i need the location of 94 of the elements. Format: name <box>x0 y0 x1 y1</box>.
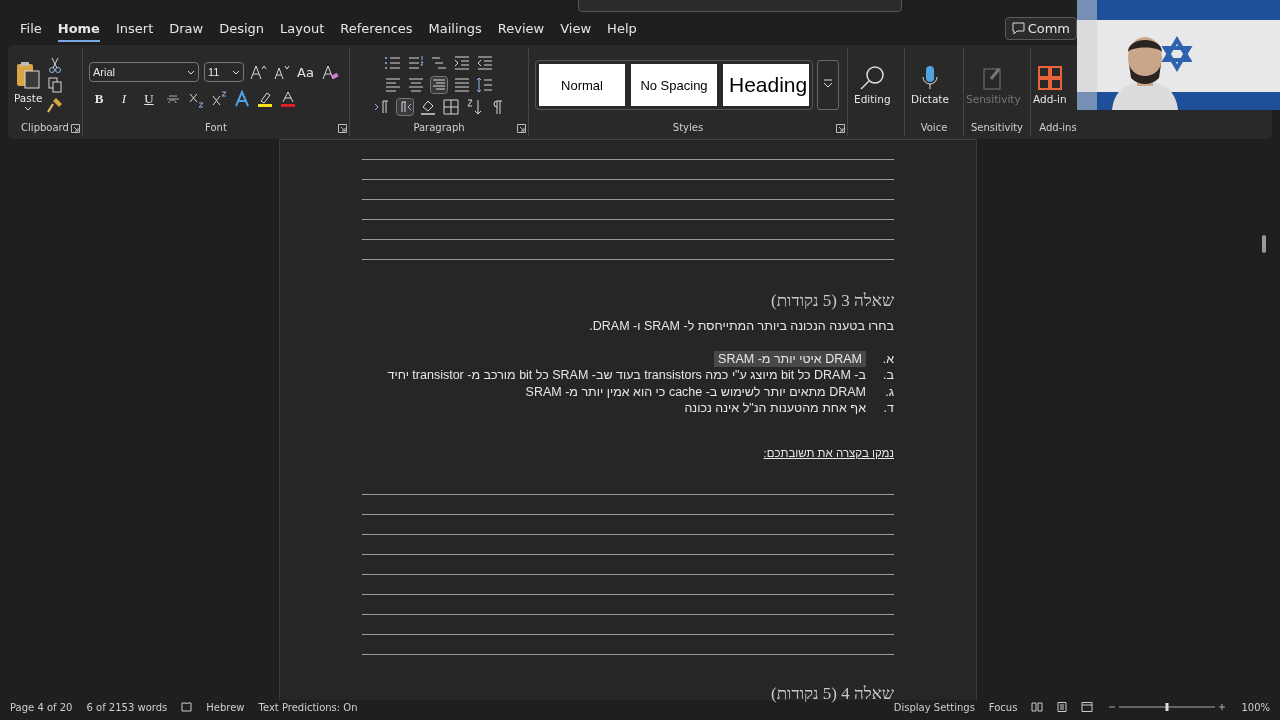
web-layout-icon[interactable] <box>1081 702 1094 712</box>
clipboard-icon <box>14 59 43 90</box>
menu-tab[interactable]: Home <box>49 15 108 42</box>
indent-icon[interactable] <box>453 54 471 72</box>
menu-tab[interactable]: Mailings <box>420 15 490 42</box>
menu-tab[interactable]: Review <box>489 15 553 42</box>
menu-tab[interactable]: Layout <box>272 15 333 42</box>
read-mode-icon[interactable] <box>1031 702 1044 712</box>
outdent-icon[interactable] <box>476 54 494 72</box>
print-layout-icon[interactable] <box>1057 702 1068 712</box>
font-color-icon[interactable] <box>279 90 297 108</box>
style-option[interactable]: Normal <box>539 64 625 106</box>
language-indicator[interactable]: Hebrew <box>206 701 245 713</box>
microphone-icon <box>919 65 940 91</box>
menu-tab[interactable]: Help <box>599 15 645 42</box>
option-letter: ד. <box>882 399 894 417</box>
format-button[interactable]: B <box>89 91 109 107</box>
dialog-launcher-icon[interactable] <box>71 124 80 133</box>
answer-option: DRAM מתאים יותר לשימוש ב- cache כי הוא אמין יותר מ- SRAM <box>525 383 866 400</box>
comment-icon <box>1011 22 1025 35</box>
gallery-more-icon[interactable] <box>817 60 839 110</box>
group-label: Sensitivity <box>969 122 1025 135</box>
page-count[interactable]: Page 4 of 20 <box>10 701 73 713</box>
caret-icon <box>187 69 195 75</box>
superscript-icon[interactable] <box>210 90 228 108</box>
option-letter: ג. <box>884 383 894 400</box>
change-case-button[interactable]: Aa <box>295 64 316 80</box>
align-left-icon[interactable] <box>384 76 402 94</box>
grow-font-icon[interactable] <box>249 63 267 81</box>
format-button[interactable]: U <box>139 91 159 107</box>
add-ins-button[interactable]: Add-in <box>1033 63 1067 107</box>
group-label: Add-ins <box>1038 122 1078 135</box>
question-heading: שאלה 3 (5 נקודות) <box>770 290 894 312</box>
style-option[interactable]: Heading <box>723 64 809 106</box>
multilevel-list-icon[interactable] <box>430 54 448 72</box>
paintbrush-icon[interactable] <box>46 96 65 114</box>
borders-icon[interactable] <box>441 98 460 116</box>
caret-icon <box>24 105 33 111</box>
bullets-icon[interactable] <box>384 54 402 72</box>
sort-icon[interactable] <box>464 98 483 116</box>
grid-icon <box>1036 65 1063 91</box>
scrollbar-thumb[interactable] <box>1262 235 1266 253</box>
highlighter-icon[interactable] <box>256 90 274 108</box>
book-icon[interactable] <box>181 702 193 712</box>
menu-tab[interactable]: Draw <box>161 15 212 42</box>
font-size-field[interactable]: 11 <box>204 62 244 82</box>
ltr-icon[interactable] <box>372 98 391 116</box>
focus-button[interactable]: Focus <box>988 701 1018 713</box>
caret-icon <box>232 69 240 75</box>
menu-tab[interactable]: References <box>332 15 421 42</box>
justify-icon[interactable] <box>453 76 471 94</box>
option-letter: ב. <box>882 367 894 384</box>
clear-formatting-icon[interactable] <box>320 63 339 81</box>
comments-button[interactable]: Comm <box>1004 17 1077 40</box>
editing-button[interactable]: Editing <box>854 63 891 107</box>
answer-option: DRAM איטי יותר מ- SRAM <box>714 351 866 368</box>
display-settings-button[interactable]: Display Settings <box>893 701 975 713</box>
instruction-text: נמקו בקצרה את תשובתכם: <box>762 446 894 461</box>
copy-icon[interactable] <box>46 76 65 94</box>
format-button[interactable]: I <box>114 91 134 107</box>
slider-thumb[interactable] <box>1165 703 1169 711</box>
question-heading: שאלה 4 (5 נקודות) <box>770 683 894 706</box>
dialog-launcher-icon[interactable] <box>338 124 347 133</box>
align-center-icon[interactable] <box>407 76 425 94</box>
menu-tab[interactable]: View <box>552 15 600 42</box>
text-effects-icon[interactable] <box>233 90 251 108</box>
paste-button[interactable]: Paste <box>14 57 43 113</box>
group-label: Font <box>89 122 343 136</box>
menu-tab[interactable]: File <box>12 15 50 42</box>
group-label: Clipboard <box>14 122 76 136</box>
zoom-slider[interactable] <box>1107 702 1228 712</box>
font-family-field[interactable]: Arial <box>89 62 199 82</box>
dialog-launcher-icon[interactable] <box>836 124 845 133</box>
dialog-launcher-icon[interactable] <box>517 124 526 133</box>
zoom-level[interactable]: 100% <box>1241 701 1270 713</box>
group-label: Paragraph <box>356 122 522 136</box>
menu-tab[interactable]: Design <box>211 15 273 42</box>
answer-option: אף אחת מהטענות הנ"ל אינה נכונה <box>684 399 866 417</box>
style-option[interactable]: No Spacing <box>631 64 717 106</box>
word-count[interactable]: 6 of 2153 words <box>86 701 168 713</box>
group-label: Voice <box>919 122 949 135</box>
numbering-icon[interactable] <box>407 54 425 72</box>
text-predictions-status[interactable]: Text Predictions: On <box>258 701 358 713</box>
rtl-icon[interactable] <box>395 98 414 116</box>
option-letter: א. <box>881 351 894 368</box>
answer-option: ב- DRAM כל bit מיוצג ע"י כמה transistors בעוד שב- SRAM כל bit מורכב מ- transistor יחיד <box>387 367 866 384</box>
line-spacing-icon[interactable] <box>476 76 494 94</box>
group-label: Styles <box>535 122 841 136</box>
dictate-button[interactable]: Dictate <box>911 63 949 107</box>
shrink-font-icon[interactable] <box>272 63 290 81</box>
menu-tab[interactable]: Insert <box>107 15 162 42</box>
shading-icon[interactable] <box>418 98 437 116</box>
search-icon <box>859 65 886 91</box>
question-text: בחרו בטענה הנכונה ביותר המתייחסת ל- SRAM ו- DRAM. <box>588 318 894 334</box>
